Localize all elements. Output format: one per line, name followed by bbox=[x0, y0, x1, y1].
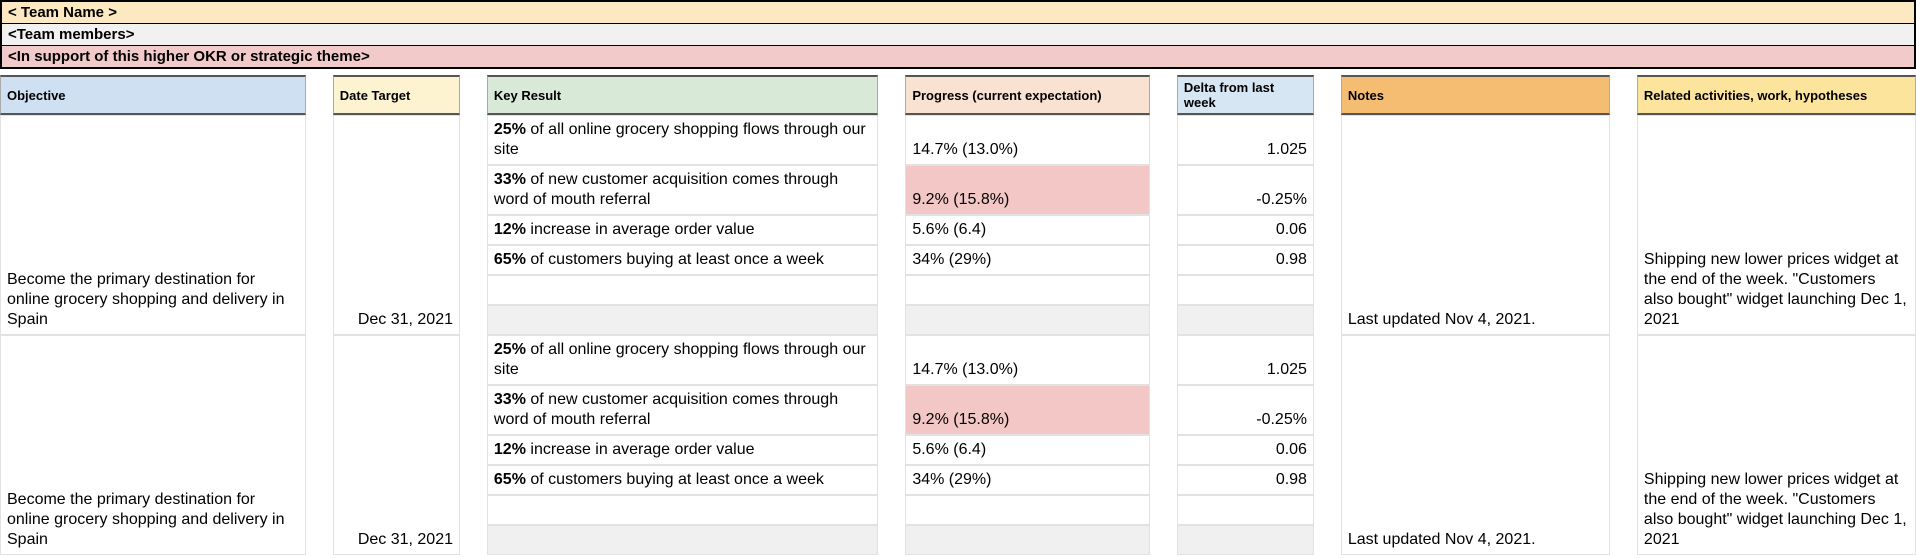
empty-cell bbox=[487, 525, 879, 555]
delta-cell[interactable]: 0.06 bbox=[1177, 435, 1314, 465]
key-result-cell[interactable]: 33% of new customer acquisition comes th… bbox=[487, 165, 879, 215]
related-cell[interactable]: Shipping new lower prices widget at the … bbox=[1637, 335, 1916, 555]
delta-cell[interactable]: 1.025 bbox=[1177, 335, 1314, 385]
col-progress[interactable]: Progress (current expectation) bbox=[905, 75, 1150, 115]
col-related[interactable]: Related activities, work, hypotheses bbox=[1637, 75, 1916, 115]
empty-cell bbox=[1177, 305, 1314, 335]
key-result-cell[interactable]: 25% of all online grocery shopping flows… bbox=[487, 115, 879, 165]
col-objective[interactable]: Objective bbox=[0, 75, 306, 115]
team-members-row[interactable]: <Team members> bbox=[2, 24, 1914, 46]
progress-cell[interactable]: 5.6% (6.4) bbox=[905, 435, 1150, 465]
col-notes[interactable]: Notes bbox=[1341, 75, 1610, 115]
strategic-theme-row[interactable]: <In support of this higher OKR or strate… bbox=[2, 46, 1914, 67]
delta-cell[interactable]: 0.06 bbox=[1177, 215, 1314, 245]
objective-cell[interactable]: Become the primary destination for onlin… bbox=[0, 115, 306, 335]
key-result-cell[interactable]: 65% of customers buying at least once a … bbox=[487, 465, 879, 495]
okr-table: Objective Date Target Key Result Progres… bbox=[0, 75, 1916, 555]
delta-cell[interactable]: -0.25% bbox=[1177, 165, 1314, 215]
key-result-cell[interactable]: 12% increase in average order value bbox=[487, 215, 879, 245]
date-target-cell[interactable]: Dec 31, 2021 bbox=[333, 115, 460, 335]
empty-cell[interactable] bbox=[487, 275, 879, 305]
progress-cell[interactable]: 14.7% (13.0%) bbox=[905, 115, 1150, 165]
progress-cell[interactable]: 9.2% (15.8%) bbox=[905, 165, 1150, 215]
col-delta[interactable]: Delta from last week bbox=[1177, 75, 1314, 115]
delta-cell[interactable]: 1.025 bbox=[1177, 115, 1314, 165]
empty-cell[interactable] bbox=[905, 495, 1150, 525]
column-header-row: Objective Date Target Key Result Progres… bbox=[0, 75, 1916, 115]
notes-cell[interactable]: Last updated Nov 4, 2021. bbox=[1341, 115, 1610, 335]
table-row: Become the primary destination for onlin… bbox=[0, 115, 1916, 165]
delta-cell[interactable]: 0.98 bbox=[1177, 465, 1314, 495]
key-result-cell[interactable]: 25% of all online grocery shopping flows… bbox=[487, 335, 879, 385]
progress-cell[interactable]: 34% (29%) bbox=[905, 465, 1150, 495]
date-target-cell[interactable]: Dec 31, 2021 bbox=[333, 335, 460, 555]
progress-cell[interactable]: 5.6% (6.4) bbox=[905, 215, 1150, 245]
related-cell[interactable]: Shipping new lower prices widget at the … bbox=[1637, 115, 1916, 335]
empty-cell[interactable] bbox=[1177, 495, 1314, 525]
team-name-row[interactable]: < Team Name > bbox=[2, 2, 1914, 24]
col-date-target[interactable]: Date Target bbox=[333, 75, 460, 115]
notes-cell[interactable]: Last updated Nov 4, 2021. bbox=[1341, 335, 1610, 555]
key-result-cell[interactable]: 12% increase in average order value bbox=[487, 435, 879, 465]
delta-cell[interactable]: -0.25% bbox=[1177, 385, 1314, 435]
empty-cell bbox=[905, 525, 1150, 555]
delta-cell[interactable]: 0.98 bbox=[1177, 245, 1314, 275]
empty-cell bbox=[905, 305, 1150, 335]
empty-cell bbox=[1177, 525, 1314, 555]
progress-cell[interactable]: 14.7% (13.0%) bbox=[905, 335, 1150, 385]
header-block: < Team Name > <Team members> <In support… bbox=[0, 0, 1916, 69]
empty-cell bbox=[487, 305, 879, 335]
empty-cell[interactable] bbox=[487, 495, 879, 525]
empty-cell[interactable] bbox=[905, 275, 1150, 305]
col-key-result[interactable]: Key Result bbox=[487, 75, 879, 115]
progress-cell[interactable]: 34% (29%) bbox=[905, 245, 1150, 275]
key-result-cell[interactable]: 65% of customers buying at least once a … bbox=[487, 245, 879, 275]
key-result-cell[interactable]: 33% of new customer acquisition comes th… bbox=[487, 385, 879, 435]
table-row: Become the primary destination for onlin… bbox=[0, 335, 1916, 385]
progress-cell[interactable]: 9.2% (15.8%) bbox=[905, 385, 1150, 435]
empty-cell[interactable] bbox=[1177, 275, 1314, 305]
objective-cell[interactable]: Become the primary destination for onlin… bbox=[0, 335, 306, 555]
